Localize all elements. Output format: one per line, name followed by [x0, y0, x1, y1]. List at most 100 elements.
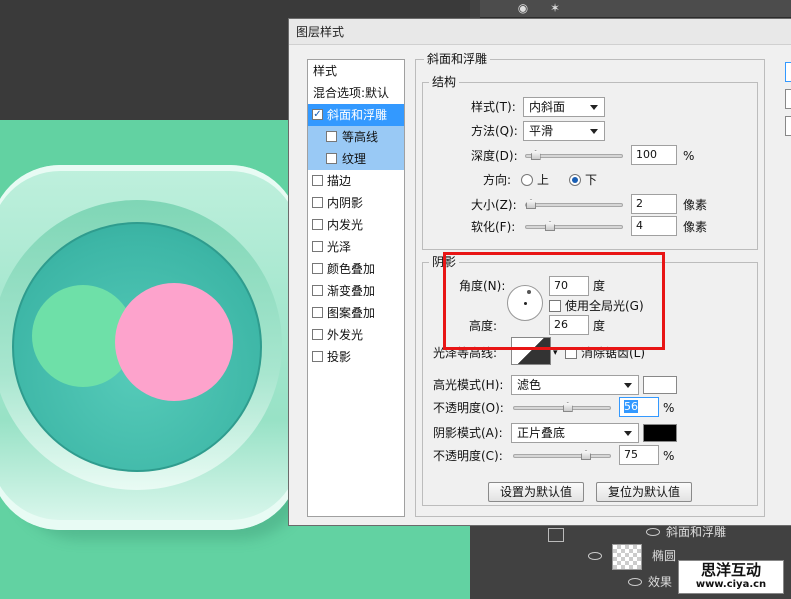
checkbox-icon[interactable] — [312, 329, 323, 340]
depth-input[interactable]: 100 — [631, 145, 677, 165]
shadow-opacity-input[interactable]: 75 — [619, 445, 659, 465]
set-default-button[interactable]: 设置为默认值 — [488, 482, 584, 502]
dialog-title: 图层样式 — [289, 19, 791, 45]
style-item-stroke[interactable]: 描边 — [308, 170, 404, 192]
style-item-label: 投影 — [327, 350, 352, 364]
style-list-header-label: 样式 — [313, 64, 338, 78]
highlight-opacity-unit: % — [663, 401, 675, 415]
highlight-mode-label: 高光模式(H): — [433, 378, 504, 392]
style-item-contour[interactable]: 等高线 — [308, 126, 404, 148]
direction-down-label: 下 — [585, 173, 598, 187]
checkbox-icon[interactable] — [312, 197, 323, 208]
layer-effects-label: 效果 — [648, 575, 673, 589]
soften-unit: 像素 — [683, 220, 708, 234]
technique-label: 方法(Q): — [471, 124, 518, 138]
style-item-texture[interactable]: 纹理 — [308, 148, 404, 170]
style-item-color-overlay[interactable]: 颜色叠加 — [308, 258, 404, 280]
layer-thumbnail[interactable] — [612, 544, 642, 570]
size-label: 大小(Z): — [471, 198, 517, 212]
style-item-label: 斜面和浮雕 — [327, 108, 388, 122]
ok-button[interactable] — [785, 62, 791, 82]
soften-input[interactable]: 4 — [631, 216, 677, 236]
checkbox-icon[interactable] — [312, 285, 323, 296]
style-item-label: 描边 — [327, 174, 352, 188]
style-item-inner-glow[interactable]: 内发光 — [308, 214, 404, 236]
depth-slider[interactable] — [525, 150, 623, 160]
checkbox-icon[interactable] — [312, 351, 323, 362]
checkbox-icon[interactable] — [326, 131, 337, 142]
eye-icon[interactable] — [628, 578, 642, 586]
style-item-label: 内发光 — [327, 218, 364, 232]
size-slider[interactable] — [525, 199, 623, 209]
style-item-drop-shadow[interactable]: 投影 — [308, 346, 404, 368]
chevron-down-icon — [590, 129, 598, 134]
soften-slider[interactable] — [525, 221, 623, 231]
checkbox-icon[interactable] — [312, 263, 323, 274]
blend-options-label: 混合选项:默认 — [313, 86, 390, 100]
style-list-header[interactable]: 样式 — [308, 60, 404, 82]
watermark-url: www.ciya.cn — [695, 579, 767, 590]
panel-toolbar: ◉ ✶ — [480, 0, 791, 18]
wand-icon[interactable]: ✶ — [542, 0, 568, 16]
shadow-opacity-slider[interactable] — [513, 450, 611, 460]
cancel-button[interactable] — [785, 89, 791, 109]
soften-value: 4 — [636, 219, 643, 232]
shadow-opacity-knob[interactable] — [581, 450, 591, 460]
shadow-mode-label: 阴影模式(A): — [433, 426, 503, 440]
highlight-opacity-slider[interactable] — [513, 402, 611, 412]
style-item-label: 颜色叠加 — [327, 262, 376, 276]
bevel-group-title: 斜面和浮雕 — [424, 52, 491, 66]
style-item-outer-glow[interactable]: 外发光 — [308, 324, 404, 346]
watermark-text: 思洋互动 — [700, 561, 761, 579]
link-icon[interactable] — [548, 528, 564, 542]
style-item-gradient-overlay[interactable]: 渐变叠加 — [308, 280, 404, 302]
checkbox-icon[interactable] — [312, 241, 323, 252]
bevel-style-select[interactable]: 内斜面 — [523, 97, 605, 117]
technique-select[interactable]: 平滑 — [523, 121, 605, 141]
bevel-style-value: 内斜面 — [529, 100, 566, 114]
style-item-satin[interactable]: 光泽 — [308, 236, 404, 258]
camera-icon[interactable]: ◉ — [510, 0, 536, 16]
style-item-pattern-overlay[interactable]: 图案叠加 — [308, 302, 404, 324]
highlight-opacity-label: 不透明度(O): — [433, 401, 504, 415]
reset-default-button[interactable]: 复位为默认值 — [596, 482, 692, 502]
chevron-down-icon — [624, 383, 632, 388]
highlight-opacity-value: 56 — [624, 400, 638, 413]
highlight-opacity-input[interactable]: 56 — [619, 397, 659, 417]
style-item-label: 光泽 — [327, 240, 352, 254]
blend-options-item[interactable]: 混合选项:默认 — [308, 82, 404, 104]
annotation-highlight — [443, 252, 665, 350]
direction-down-radio[interactable] — [569, 174, 581, 186]
style-item-inner-shadow[interactable]: 内阴影 — [308, 192, 404, 214]
highlight-color-swatch[interactable] — [643, 376, 677, 394]
new-style-button[interactable] — [785, 116, 791, 136]
style-item-label: 外发光 — [327, 328, 364, 342]
checkbox-icon[interactable] — [312, 175, 323, 186]
style-item-label: 内阴影 — [327, 196, 364, 210]
direction-up-radio[interactable] — [521, 174, 533, 186]
style-item-bevel[interactable]: ✓ 斜面和浮雕 — [308, 104, 404, 126]
checkbox-icon[interactable] — [326, 153, 337, 164]
style-item-label: 渐变叠加 — [327, 284, 376, 298]
size-unit: 像素 — [683, 198, 708, 212]
size-value: 2 — [636, 197, 643, 210]
depth-unit: % — [683, 149, 695, 163]
highlight-opacity-knob[interactable] — [562, 402, 573, 412]
shadow-mode-select[interactable]: 正片叠底 — [511, 423, 639, 443]
depth-slider-knob[interactable] — [530, 150, 541, 160]
eye-icon[interactable] — [646, 528, 660, 536]
eye-icon[interactable] — [588, 552, 602, 560]
depth-value: 100 — [636, 148, 657, 161]
highlight-mode-select[interactable]: 滤色 — [511, 375, 639, 395]
chevron-down-icon — [624, 431, 632, 436]
size-slider-knob[interactable] — [526, 199, 536, 209]
style-label: 样式(T): — [471, 100, 516, 114]
checkbox-checked-icon[interactable]: ✓ — [312, 109, 323, 120]
structure-title: 结构 — [429, 75, 460, 89]
shadow-opacity-value: 75 — [624, 448, 638, 461]
size-input[interactable]: 2 — [631, 194, 677, 214]
shadow-color-swatch[interactable] — [643, 424, 677, 442]
checkbox-icon[interactable] — [312, 219, 323, 230]
checkbox-icon[interactable] — [312, 307, 323, 318]
soften-slider-knob[interactable] — [545, 221, 555, 231]
